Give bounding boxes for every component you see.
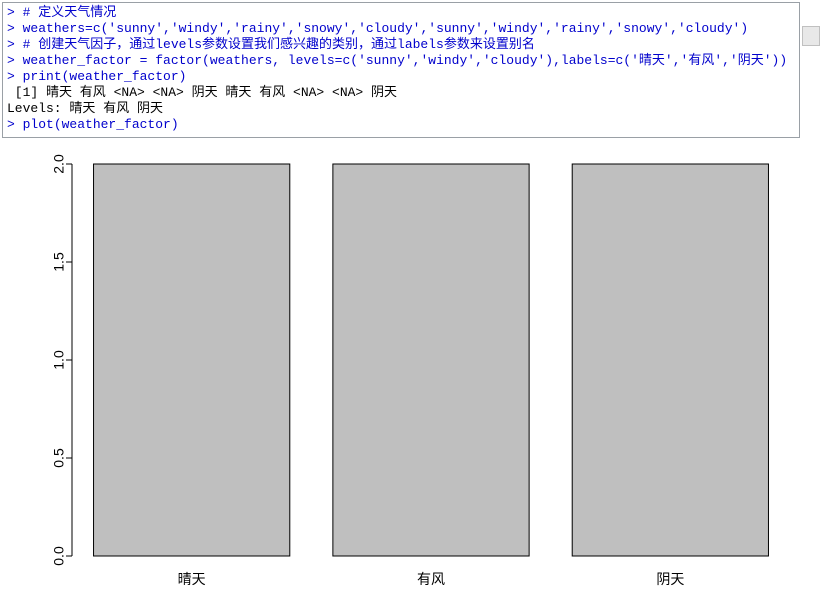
bar-chart: 0.0 0.5 1.0 1.5 2.0 晴天 有风 阴天 <box>0 146 810 604</box>
console-input-line: > weather_factor = factor(weathers, leve… <box>7 53 797 69</box>
y-tick-label: 0.5 <box>51 448 67 468</box>
y-tick-label: 1.0 <box>51 350 67 370</box>
bar <box>94 164 290 556</box>
console-output-line: Levels: 晴天 有风 阴天 <box>7 101 797 117</box>
y-tick-label: 2.0 <box>51 154 67 174</box>
console-input-line: > weathers=c('sunny','windy','rainy','sn… <box>7 21 797 37</box>
console-input-line: > # 定义天气情况 <box>7 5 797 21</box>
y-tick-label: 1.5 <box>51 252 67 272</box>
console-output-line: [1] 晴天 有风 <NA> <NA> 阴天 晴天 有风 <NA> <NA> 阴… <box>7 85 797 101</box>
r-console[interactable]: > # 定义天气情况> weathers=c('sunny','windy','… <box>2 2 800 138</box>
console-input-line: > print(weather_factor) <box>7 69 797 85</box>
x-tick-label: 有风 <box>417 571 445 587</box>
x-tick-label: 晴天 <box>178 571 206 587</box>
y-tick-label: 0.0 <box>51 546 67 566</box>
bar <box>333 164 529 556</box>
scrollbar-stub[interactable] <box>802 26 820 46</box>
console-input-line: > # 创建天气因子，通过levels参数设置我们感兴趣的类别，通过labels… <box>7 37 797 53</box>
plot-panel: 0.0 0.5 1.0 1.5 2.0 晴天 有风 阴天 <box>0 146 810 604</box>
console-input-line: > plot(weather_factor) <box>7 117 797 133</box>
bar <box>572 164 768 556</box>
x-tick-label: 阴天 <box>656 571 684 587</box>
